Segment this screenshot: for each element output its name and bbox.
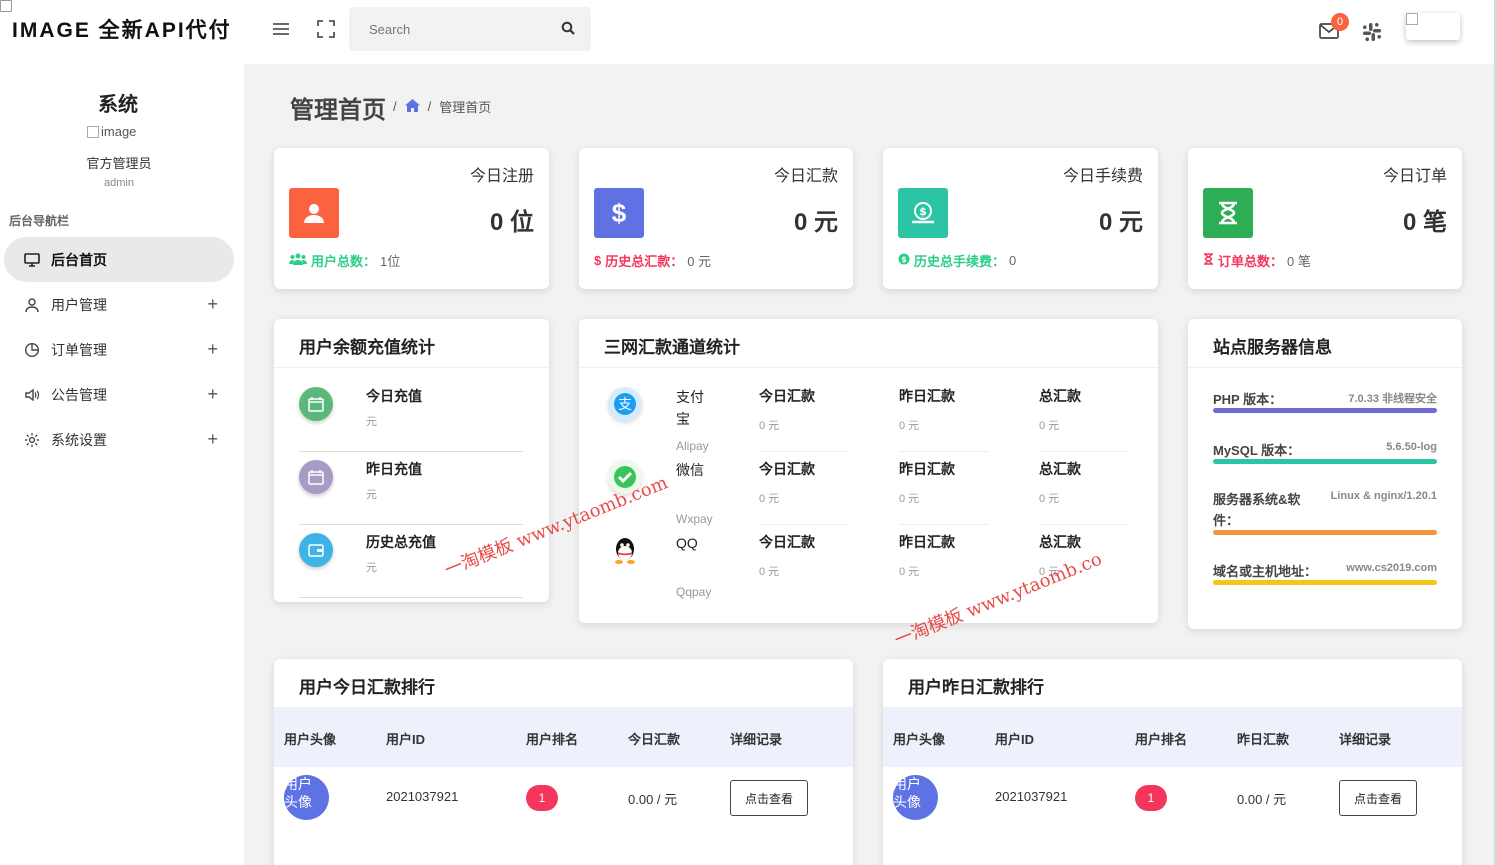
mail-count-badge: 0 (1331, 13, 1349, 31)
stat-value: 0 元 (793, 209, 838, 236)
stat-card-registrations: 今日注册 0 位 用户总数： 1位 (274, 148, 549, 289)
admin-role: admin (104, 177, 134, 189)
server-card: 站点服务器信息 PHP 版本： 7.0.33 非线程安全 MySQL 版本： 5.6… (1188, 319, 1462, 629)
alipay-icon: 支 (608, 387, 642, 421)
svg-text:$: $ (919, 205, 927, 218)
breadcrumb-current: 管理首页 (439, 100, 492, 115)
fullscreen-icon[interactable] (317, 20, 335, 43)
breadcrumb: / / 管理首页 (393, 98, 492, 115)
system-name: 系统 (98, 94, 138, 116)
server-mysql: MySQL 版本： 5.6.50-log (1213, 441, 1437, 458)
avatar: image (87, 124, 136, 139)
user-menu[interactable] (1406, 13, 1460, 40)
stat-card-fees: 今日手续费 $ 0 元 $ 历史总手续费： 0 (883, 148, 1158, 289)
list-item: 昨日充值 元 (299, 452, 523, 525)
hourglass-small-icon (1203, 253, 1214, 268)
stat-label: 今日注册 (469, 168, 534, 185)
stat-foot: 订单总数： 0 笔 (1203, 251, 1311, 270)
card-title: 站点服务器信息 (1213, 338, 1332, 357)
coin-icon: $ (898, 253, 910, 268)
monitor-icon (24, 252, 40, 268)
calendar-icon (299, 460, 333, 494)
stat-label: 今日汇款 (773, 168, 838, 185)
topbar: 0 (244, 0, 1497, 64)
dollar-icon: $ (594, 188, 644, 238)
stat-card-remittance: 今日汇款 $ 0 元 $ 历史总汇款： 0 元 (579, 148, 853, 289)
home-icon[interactable] (404, 98, 420, 115)
plus-icon[interactable]: + (207, 384, 218, 405)
list-item: 今日充值 元 (299, 379, 523, 452)
gear-icon (24, 432, 40, 448)
sidebar-item-home[interactable]: 后台首页 (4, 237, 234, 282)
money-bag-icon: $ (898, 188, 948, 238)
menu-icon[interactable] (272, 20, 290, 43)
progress-bar (1213, 530, 1437, 535)
calendar-icon (299, 387, 333, 421)
sidebar-item-label: 公告管理 (51, 386, 107, 403)
rank-today-card: 用户今日汇款排行 用户头像 用户ID 用户排名 今日汇款 详细记录 用户头像 2… (274, 659, 853, 865)
sidebar-item-orders[interactable]: 订单管理 + (4, 327, 234, 372)
progress-bar (1213, 408, 1437, 413)
sidebar: IMAGE 全新API代付 系统 image 官方管理员 admin 后台导航栏… (0, 0, 244, 865)
view-details-button[interactable]: 点击查看 (1339, 780, 1417, 816)
qq-icon (608, 533, 642, 567)
stat-card-orders: 今日订单 0 笔 订单总数： 0 笔 (1188, 148, 1462, 289)
avatar: 用户头像 (284, 775, 329, 820)
recharge-card: 用户余额充值统计 今日充值 元 昨日充值 元 历史总充值 元 (274, 319, 549, 602)
sidebar-item-label: 订单管理 (51, 341, 107, 358)
app-logo[interactable]: IMAGE 全新API代付 (12, 14, 232, 44)
avatar: 用户头像 (893, 775, 938, 820)
sidebar-item-label: 后台首页 (51, 251, 107, 268)
stat-foot: 用户总数： 1位 (289, 251, 400, 270)
list-item: 微信 Wxpay 今日汇款 0 元 昨日汇款 0 元 总汇款 0 元 (604, 452, 1129, 526)
search-icon[interactable] (561, 21, 575, 38)
wallet-icon (299, 533, 333, 567)
card-title: 三网汇款通道统计 (604, 338, 740, 357)
rank-badge: 1 (526, 785, 558, 811)
stat-value: 0 笔 (1402, 209, 1447, 236)
sidebar-item-settings[interactable]: 系统设置 + (4, 417, 234, 462)
admin-name: 官方管理员 (86, 156, 152, 171)
users-icon (289, 253, 307, 268)
card-title: 用户今日汇款排行 (299, 678, 435, 697)
sidebar-item-notices[interactable]: 公告管理 + (4, 372, 234, 417)
sidebar-item-users[interactable]: 用户管理 + (4, 282, 234, 327)
list-item: 支 支付宝 Alipay 今日汇款 0 元 昨日汇款 0 元 总汇款 0 元 (604, 379, 1129, 453)
rank-badge: 1 (1135, 785, 1167, 811)
svg-text:$: $ (901, 255, 907, 264)
speaker-icon (24, 387, 40, 403)
server-os: 服务器系统&软件： Linux & nginx/1.20.1 (1213, 490, 1437, 528)
stat-foot: $ 历史总汇款： 0 元 (594, 253, 712, 269)
sidebar-item-label: 系统设置 (51, 431, 107, 448)
server-host: 域名或主机地址： www.cs2019.com (1213, 562, 1437, 579)
stat-label: 今日手续费 (1062, 168, 1143, 185)
plus-icon[interactable]: + (207, 339, 218, 360)
svg-text:支: 支 (618, 397, 632, 413)
sidebar-item-label: 用户管理 (51, 296, 107, 313)
server-php: PHP 版本： 7.0.33 非线程安全 (1213, 392, 1437, 407)
stat-value: 0 位 (489, 209, 534, 236)
user-icon (289, 188, 339, 238)
slack-icon[interactable] (1362, 22, 1382, 45)
stat-label: 今日订单 (1382, 168, 1447, 185)
progress-bar (1213, 580, 1437, 585)
user-icon (24, 297, 40, 313)
search-input[interactable] (369, 21, 549, 37)
rank-yesterday-card: 用户昨日汇款排行 用户头像 用户ID 用户排名 昨日汇款 详细记录 用户头像 2… (883, 659, 1462, 865)
stat-foot: $ 历史总手续费： 0 (898, 251, 1016, 270)
hourglass-icon (1203, 188, 1253, 238)
card-title: 用户昨日汇款排行 (908, 678, 1044, 697)
nav-title: 后台导航栏 (9, 214, 70, 228)
stat-value: 0 元 (1098, 209, 1143, 236)
plus-icon[interactable]: + (207, 294, 218, 315)
logo-image (0, 0, 12, 12)
plus-icon[interactable]: + (207, 429, 218, 450)
search-box (349, 7, 591, 51)
page-title: 管理首页 (290, 97, 386, 124)
dollar-small-icon: $ (594, 253, 602, 268)
view-details-button[interactable]: 点击查看 (730, 780, 808, 816)
progress-bar (1213, 459, 1437, 464)
pie-chart-icon (24, 342, 40, 358)
card-title: 用户余额充值统计 (299, 338, 435, 357)
